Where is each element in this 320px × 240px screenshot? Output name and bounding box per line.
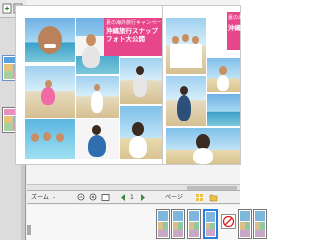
zoom-value[interactable]: - bbox=[53, 193, 55, 202]
title-main-text-right: 沖縄旅行スナ bbox=[228, 24, 267, 32]
fit-page-icon[interactable] bbox=[101, 193, 110, 202]
photo-beach-walk[interactable] bbox=[76, 76, 119, 118]
page-number[interactable]: 1 bbox=[130, 193, 134, 202]
folder-icon[interactable] bbox=[209, 193, 218, 202]
film-page-5[interactable] bbox=[238, 209, 252, 239]
bottom-toolbar: ズーム - 1 ページ bbox=[27, 190, 240, 204]
prev-page-icon[interactable] bbox=[119, 193, 128, 202]
photo-woman-standing[interactable] bbox=[166, 76, 206, 126]
film-page-3[interactable] bbox=[187, 209, 201, 239]
title-small-text-right: 夏の海外 bbox=[228, 15, 249, 21]
layout-label: ページ bbox=[165, 194, 183, 201]
title-main-text: 沖縄旅行スナップフォト大公開 bbox=[106, 27, 158, 43]
photo-pool-group[interactable] bbox=[25, 119, 75, 159]
film-page-2[interactable] bbox=[171, 209, 185, 239]
photo-beach-woman[interactable] bbox=[120, 58, 162, 104]
zoom-out-icon[interactable] bbox=[77, 193, 86, 202]
filmstrip bbox=[27, 205, 267, 240]
photo-smiling-man[interactable] bbox=[25, 18, 75, 62]
app-window: 夏の海外旅行キャンペーン 沖縄旅行スナップフォト大公開 夏の海外 沖縄旅行スナ … bbox=[0, 0, 267, 240]
add-page-icon[interactable] bbox=[2, 3, 12, 14]
zoom-in-icon[interactable] bbox=[89, 193, 98, 202]
zoom-label: ズーム bbox=[31, 194, 49, 201]
photo-woman-hat[interactable] bbox=[166, 128, 240, 164]
photo-reading-woman[interactable] bbox=[76, 119, 119, 159]
filmstrip-scrollbar[interactable] bbox=[27, 225, 31, 235]
next-page-icon[interactable] bbox=[138, 193, 147, 202]
photo-sky-woman[interactable] bbox=[120, 106, 162, 159]
no-entry-icon[interactable] bbox=[221, 214, 236, 229]
photo-group-beach[interactable] bbox=[166, 18, 206, 74]
film-page-1[interactable] bbox=[156, 209, 170, 239]
film-page-6[interactable] bbox=[253, 209, 267, 239]
film-page-4[interactable] bbox=[203, 209, 218, 239]
grid-icon[interactable] bbox=[195, 193, 204, 202]
photo-right-sea[interactable] bbox=[207, 94, 240, 126]
photo-beach-jump[interactable] bbox=[25, 66, 75, 118]
photo-right-man[interactable] bbox=[207, 58, 240, 92]
